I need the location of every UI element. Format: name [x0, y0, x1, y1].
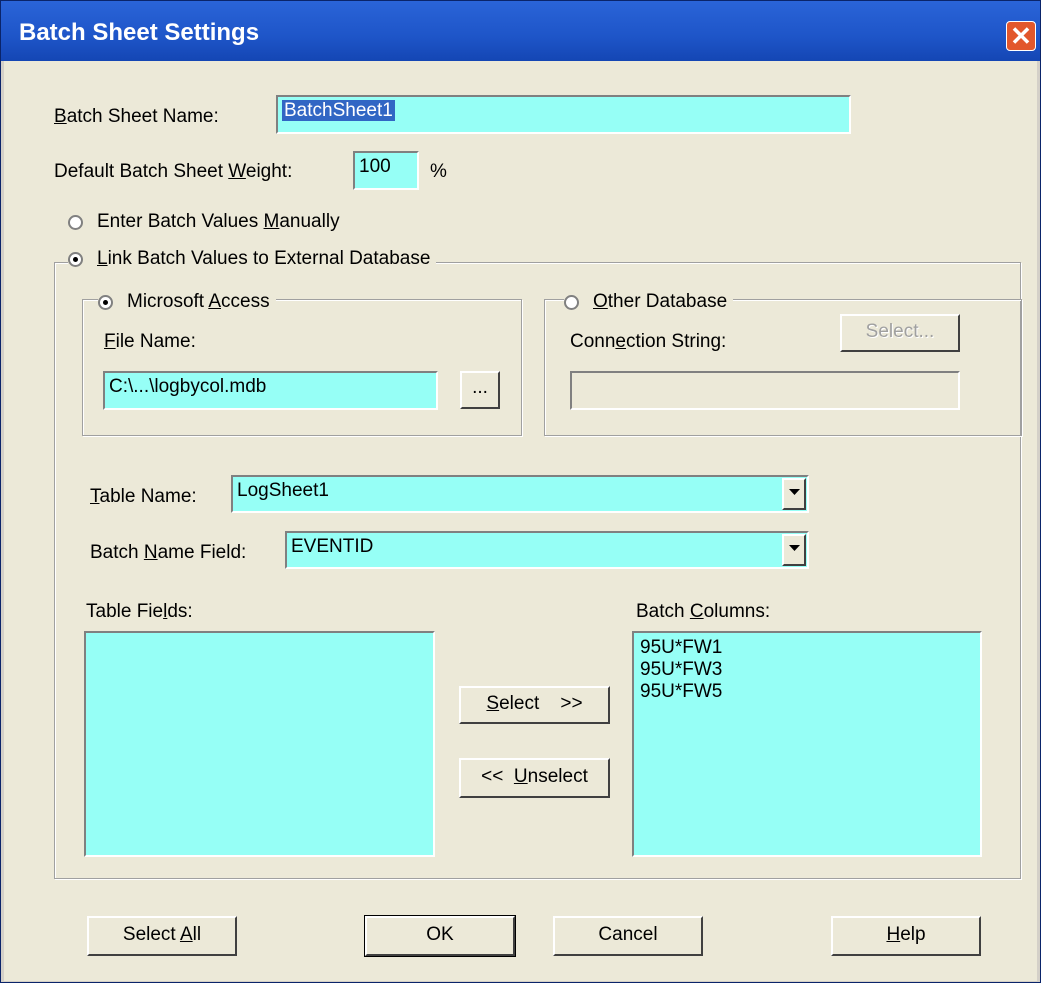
table-name-combobox[interactable]: LogSheet1: [231, 475, 809, 513]
batch-sheet-settings-dialog: Batch Sheet Settings ✕ Batch Sheet Name:…: [0, 0, 1041, 983]
help-button[interactable]: Help: [831, 916, 981, 956]
batch-name-field-combobox[interactable]: EVENTID: [285, 531, 809, 569]
batch-sheet-name-value: BatchSheet1: [282, 100, 395, 121]
file-name-input[interactable]: C:\...\logbycol.mdb: [103, 371, 438, 410]
enter-manually-label: Enter Batch Values Manually: [97, 211, 340, 232]
select-button-label: Select >>: [486, 693, 583, 714]
other-database-label: Other Database: [593, 291, 728, 312]
connection-select-label: Select...: [865, 321, 935, 342]
unselect-button[interactable]: << Unselect: [459, 758, 610, 798]
close-button[interactable]: ✕: [1006, 21, 1036, 51]
connection-string-input[interactable]: [570, 371, 960, 410]
file-name-value: C:\...\logbycol.mdb: [109, 376, 267, 397]
radio-icon: [564, 294, 579, 310]
title-bar[interactable]: Batch Sheet Settings ✕: [1, 1, 1040, 61]
select-button[interactable]: Select >>: [459, 686, 610, 724]
ok-button[interactable]: OK: [364, 915, 516, 957]
microsoft-access-radio[interactable]: Microsoft Access: [98, 291, 276, 313]
batch-columns-label: Batch Columns:: [636, 601, 771, 622]
dialog-body: Batch Sheet Name: BatchSheet1 Default Ba…: [4, 61, 1037, 981]
close-icon: ✕: [1010, 21, 1032, 51]
default-weight-label: Default Batch Sheet Weight:: [54, 161, 293, 182]
chevron-down-icon: [789, 489, 800, 495]
table-fields-listbox[interactable]: [84, 631, 435, 857]
microsoft-access-group: [82, 299, 522, 436]
table-name-label: Table Name:: [90, 486, 197, 507]
select-all-label: Select All: [122, 924, 202, 945]
enter-manually-radio[interactable]: Enter Batch Values Manually: [68, 211, 346, 233]
cancel-button[interactable]: Cancel: [553, 916, 703, 956]
default-weight-input[interactable]: 100: [353, 151, 419, 190]
link-external-database-label: Link Batch Values to External Database: [97, 248, 431, 269]
cancel-label: Cancel: [598, 924, 658, 945]
batch-sheet-name-label: Batch Sheet Name:: [54, 106, 219, 127]
table-name-value: LogSheet1: [237, 480, 329, 501]
link-external-database-radio[interactable]: Link Batch Values to External Database: [68, 248, 437, 270]
chevron-down-icon: [789, 545, 800, 551]
file-name-label: File Name:: [104, 331, 196, 352]
connection-string-label: Connection String:: [570, 331, 727, 352]
list-item[interactable]: 95U*FW3: [640, 659, 974, 681]
browse-label: ...: [472, 377, 488, 398]
help-label: Help: [886, 924, 926, 945]
unselect-button-label: << Unselect: [481, 766, 588, 787]
percent-unit: %: [430, 161, 447, 182]
ok-label: OK: [426, 924, 454, 945]
browse-file-button[interactable]: ...: [460, 371, 500, 409]
default-weight-value: 100: [359, 156, 391, 177]
batch-name-field-label: Batch Name Field:: [90, 542, 247, 563]
batch-sheet-name-input[interactable]: BatchSheet1: [276, 95, 851, 134]
connection-select-button[interactable]: Select...: [840, 314, 960, 352]
radio-checked-icon: [98, 294, 113, 310]
batch-columns-listbox[interactable]: 95U*FW1 95U*FW3 95U*FW5: [632, 631, 982, 857]
table-name-dropdown-button[interactable]: [782, 478, 806, 510]
dialog-title: Batch Sheet Settings: [19, 19, 260, 46]
list-item[interactable]: 95U*FW5: [640, 681, 974, 703]
microsoft-access-label: Microsoft Access: [127, 291, 270, 312]
list-item[interactable]: 95U*FW1: [640, 637, 974, 659]
table-fields-label: Table Fields:: [86, 601, 193, 622]
other-database-radio[interactable]: Other Database: [564, 291, 734, 313]
radio-checked-icon: [68, 251, 83, 267]
batch-name-field-value: EVENTID: [291, 536, 374, 557]
select-all-button[interactable]: Select All: [87, 916, 237, 956]
radio-icon: [68, 214, 83, 230]
batch-name-field-dropdown-button[interactable]: [782, 534, 806, 566]
